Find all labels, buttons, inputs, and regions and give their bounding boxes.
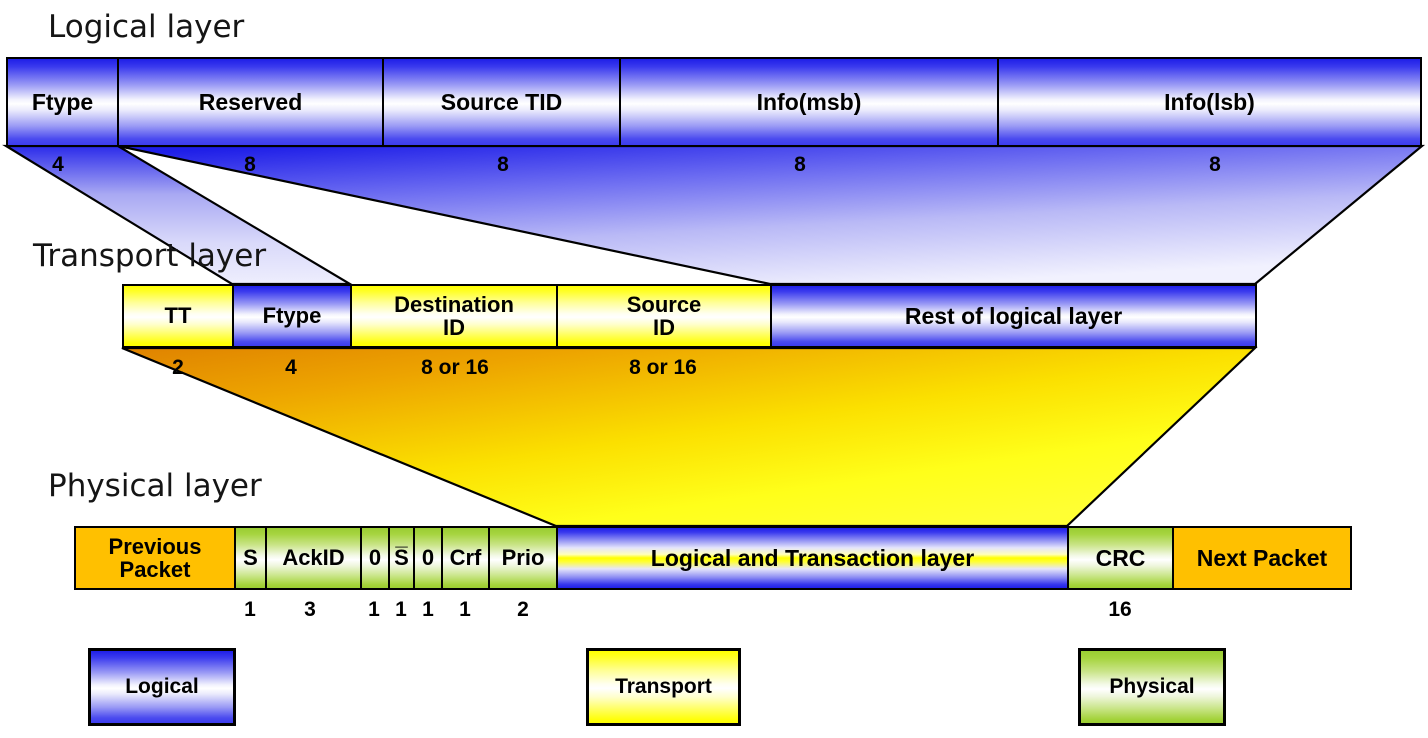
legend-item-physical-label: Physical bbox=[1109, 675, 1195, 698]
physical-field-crf[interactable]: Crf bbox=[441, 526, 490, 590]
transport-field-rest-of-logical-label: Rest of logical layer bbox=[904, 302, 1123, 329]
transport-bits-destination-id: 8 or 16 bbox=[421, 356, 489, 379]
legend-item-logical[interactable]: Logical bbox=[88, 648, 236, 726]
packet-format-diagram: Logical layer Transport layer Physical l… bbox=[0, 0, 1428, 738]
transport-field-source-id-label-line1: Source bbox=[626, 291, 702, 317]
transport-bits-source-id: 8 or 16 bbox=[629, 356, 697, 379]
physical-bits-crc: 16 bbox=[1108, 598, 1132, 621]
logical-bits-source-tid: 8 bbox=[497, 153, 509, 176]
heading-transport-layer: Transport layer bbox=[33, 238, 267, 274]
physical-field-previous-packet[interactable]: Previous Packet bbox=[74, 526, 236, 590]
legend-item-physical[interactable]: Physical bbox=[1078, 648, 1226, 726]
transport-bits-ftype: 4 bbox=[285, 356, 297, 379]
physical-field-zero-2[interactable]: 0 bbox=[413, 526, 443, 590]
logical-field-source-tid[interactable]: Source TID bbox=[382, 57, 621, 147]
physical-field-zero-1[interactable]: 0 bbox=[360, 526, 390, 590]
transport-field-destination-id[interactable]: Destination ID bbox=[350, 284, 558, 348]
logical-field-info-msb[interactable]: Info(msb) bbox=[619, 57, 999, 147]
physical-bits-ackid: 3 bbox=[304, 598, 316, 621]
logical-field-info-lsb[interactable]: Info(lsb) bbox=[997, 57, 1422, 147]
transport-field-ftype-label: Ftype bbox=[262, 303, 322, 329]
transport-field-destination-id-label-line2: ID bbox=[443, 315, 465, 340]
physical-field-next-packet-label: Next Packet bbox=[1196, 544, 1328, 571]
physical-field-zero-2-label: 0 bbox=[421, 545, 435, 571]
physical-field-s-bar-label: S̅ bbox=[394, 545, 409, 571]
legend-item-transport[interactable]: Transport bbox=[586, 648, 741, 726]
heading-physical-layer: Physical layer bbox=[48, 468, 262, 504]
physical-field-next-packet[interactable]: Next Packet bbox=[1172, 526, 1352, 590]
legend-item-transport-label: Transport bbox=[615, 675, 712, 698]
physical-field-s-label: S bbox=[243, 545, 258, 571]
physical-bits-s-bar: 1 bbox=[395, 598, 407, 621]
physical-field-s-bar[interactable]: S̅ bbox=[388, 526, 415, 590]
physical-field-zero-1-label: 0 bbox=[368, 545, 382, 571]
transport-field-source-id[interactable]: Source ID bbox=[556, 284, 772, 348]
physical-field-prio[interactable]: Prio bbox=[488, 526, 558, 590]
transport-bits-tt: 2 bbox=[172, 356, 184, 379]
physical-field-logical-transaction-label: Logical and Transaction layer bbox=[650, 544, 975, 571]
physical-bits-crf: 1 bbox=[459, 598, 471, 621]
physical-field-previous-packet-label-line1: Previous bbox=[108, 533, 202, 559]
logical-field-source-tid-label: Source TID bbox=[440, 88, 563, 115]
physical-bits-zero-1: 1 bbox=[368, 598, 380, 621]
transport-field-ftype[interactable]: Ftype bbox=[232, 284, 352, 348]
physical-field-crc-label: CRC bbox=[1095, 544, 1146, 571]
logical-bits-ftype: 4 bbox=[52, 153, 64, 176]
logical-bits-reserved: 8 bbox=[244, 153, 256, 176]
physical-field-ackid[interactable]: AckID bbox=[265, 526, 362, 590]
connector-rest-of-logical bbox=[117, 144, 1426, 286]
physical-field-ackid-label: AckID bbox=[282, 545, 345, 571]
legend-item-logical-label: Logical bbox=[125, 675, 199, 698]
transport-field-tt[interactable]: TT bbox=[122, 284, 234, 348]
transport-field-source-id-label-line2: ID bbox=[653, 315, 675, 340]
logical-field-ftype[interactable]: Ftype bbox=[6, 57, 119, 147]
logical-bits-info-msb: 8 bbox=[794, 153, 806, 176]
logical-field-ftype-label: Ftype bbox=[31, 88, 94, 115]
physical-bits-s: 1 bbox=[244, 598, 256, 621]
logical-field-reserved[interactable]: Reserved bbox=[117, 57, 384, 147]
physical-field-logical-transaction[interactable]: Logical and Transaction layer bbox=[556, 526, 1069, 590]
physical-field-previous-packet-label-line2: Packet bbox=[119, 557, 191, 582]
physical-bits-prio: 2 bbox=[517, 598, 529, 621]
logical-bits-info-lsb: 8 bbox=[1209, 153, 1221, 176]
transport-field-tt-label: TT bbox=[164, 303, 192, 329]
logical-field-reserved-label: Reserved bbox=[198, 88, 303, 115]
heading-logical-layer: Logical layer bbox=[48, 9, 245, 45]
physical-bits-zero-2: 1 bbox=[422, 598, 434, 621]
transport-field-rest-of-logical[interactable]: Rest of logical layer bbox=[770, 284, 1257, 348]
logical-field-info-msb-label: Info(msb) bbox=[756, 88, 862, 115]
logical-field-info-lsb-label: Info(lsb) bbox=[1164, 88, 1255, 115]
physical-field-crf-label: Crf bbox=[449, 545, 482, 571]
physical-field-s[interactable]: S bbox=[234, 526, 267, 590]
transport-field-destination-id-label-line1: Destination bbox=[394, 291, 514, 317]
physical-field-prio-label: Prio bbox=[501, 545, 545, 571]
physical-field-crc[interactable]: CRC bbox=[1067, 526, 1174, 590]
